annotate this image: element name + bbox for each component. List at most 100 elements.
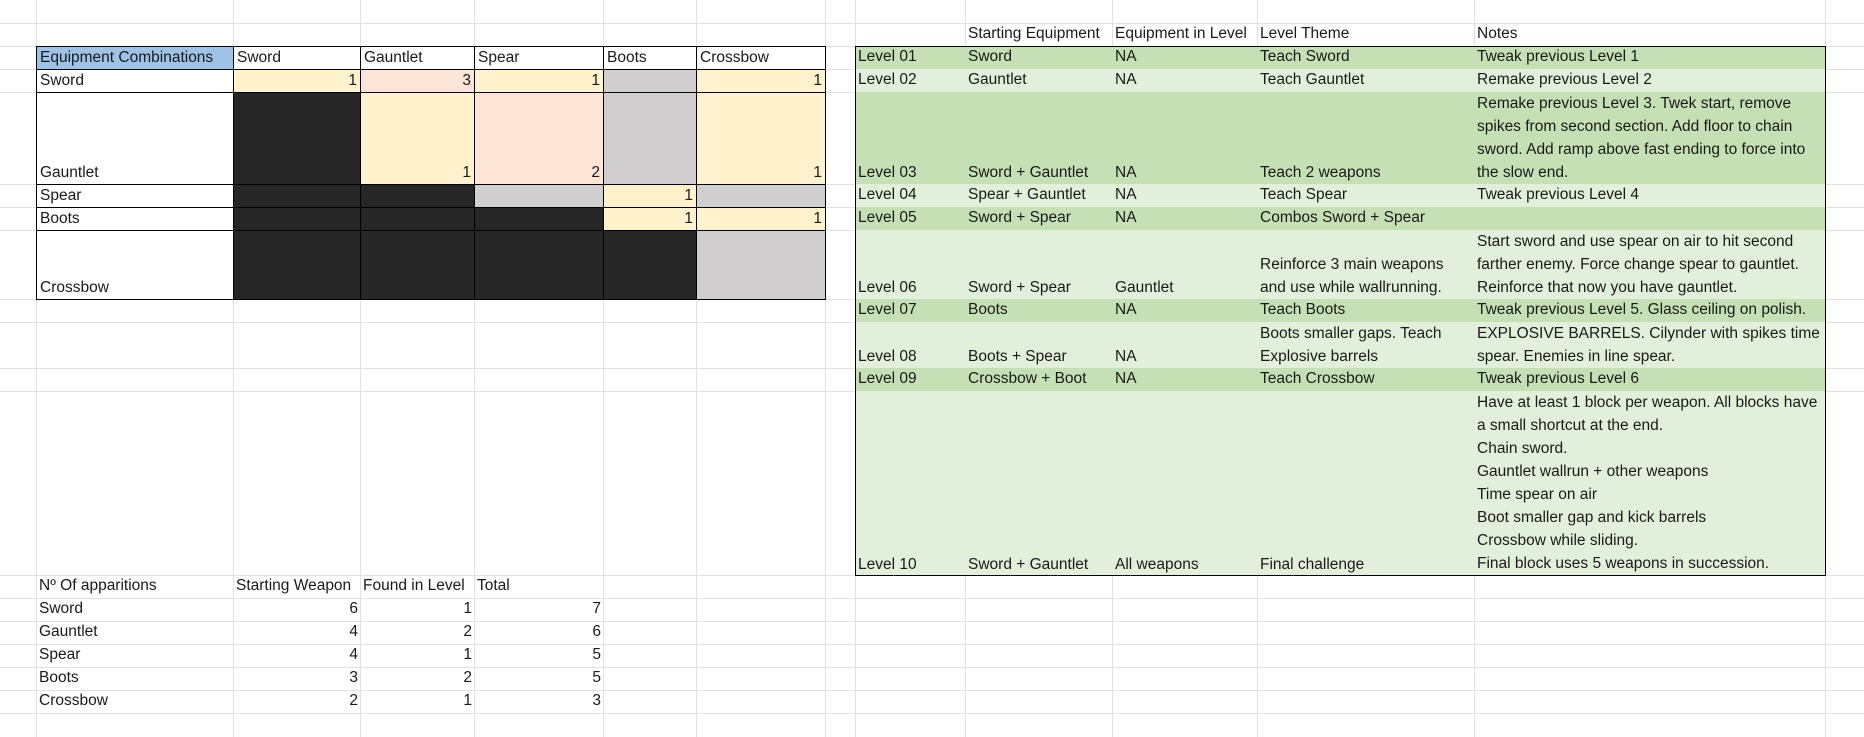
matrix-cell-gauntlet-crossbow[interactable]: 1 xyxy=(696,92,826,185)
level-cell-theme[interactable]: Teach Boots xyxy=(1257,299,1475,322)
level-cell-in-level[interactable]: All weapons xyxy=(1112,391,1258,576)
matrix-cell-sword-boots[interactable] xyxy=(603,69,697,93)
level-cell-name[interactable]: Level 05 xyxy=(855,207,966,230)
apparitions-cell-name[interactable]: Crossbow xyxy=(36,690,234,713)
level-cell-starting[interactable]: Gauntlet xyxy=(965,69,1113,92)
level-cell-notes[interactable]: Start sword and use spear on air to hit … xyxy=(1474,230,1826,299)
level-cell-notes[interactable]: Tweak previous Level 4 xyxy=(1474,184,1826,207)
level-cell-in-level[interactable]: Gauntlet xyxy=(1112,230,1258,299)
matrix-cell-spear-spear[interactable] xyxy=(474,184,604,208)
apparitions-cell-name[interactable]: Gauntlet xyxy=(36,621,234,644)
level-cell-name[interactable]: Level 07 xyxy=(855,299,966,322)
level-cell-theme[interactable]: Combos Sword + Spear xyxy=(1257,207,1475,230)
level-cell-name[interactable]: Level 10 xyxy=(855,391,966,576)
matrix-corner-header[interactable]: Equipment Combinations xyxy=(36,46,234,70)
level-cell-starting[interactable]: Sword + Gauntlet xyxy=(965,391,1113,576)
level-cell-theme[interactable]: Teach Gauntlet xyxy=(1257,69,1475,92)
apparitions-cell-name[interactable]: Boots xyxy=(36,667,234,690)
level-cell-in-level[interactable]: NA xyxy=(1112,184,1258,207)
level-cell-theme[interactable]: Final challenge xyxy=(1257,391,1475,576)
apparitions-cell-name[interactable]: Spear xyxy=(36,644,234,667)
matrix-cell-spear-gauntlet[interactable] xyxy=(360,184,475,208)
matrix-col-header-gauntlet[interactable]: Gauntlet xyxy=(360,46,475,70)
level-cell-starting[interactable]: Boots + Spear xyxy=(965,322,1113,368)
apparitions-header-found[interactable]: Found in Level xyxy=(360,575,475,598)
apparitions-cell-name[interactable]: Sword xyxy=(36,598,234,621)
apparitions-cell-total[interactable]: 7 xyxy=(474,598,604,621)
level-cell-notes[interactable]: Have at least 1 block per weapon. All bl… xyxy=(1474,391,1826,576)
apparitions-header-starting[interactable]: Starting Weapon xyxy=(233,575,361,598)
apparitions-header-title[interactable]: Nº Of apparitions xyxy=(36,575,234,598)
matrix-row-header-sword[interactable]: Sword xyxy=(36,69,234,93)
matrix-cell-spear-sword[interactable] xyxy=(233,184,361,208)
matrix-cell-sword-gauntlet[interactable]: 3 xyxy=(360,69,475,93)
apparitions-cell-starting[interactable]: 6 xyxy=(233,598,361,621)
apparitions-cell-total[interactable]: 6 xyxy=(474,621,604,644)
level-cell-theme[interactable]: Reinforce 3 main weapons and use while w… xyxy=(1257,230,1475,299)
level-cell-name[interactable]: Level 04 xyxy=(855,184,966,207)
level-cell-name[interactable]: Level 01 xyxy=(855,46,966,69)
matrix-cell-gauntlet-gauntlet[interactable]: 1 xyxy=(360,92,475,185)
level-cell-in-level[interactable]: NA xyxy=(1112,92,1258,184)
level-cell-in-level[interactable]: NA xyxy=(1112,299,1258,322)
apparitions-cell-found[interactable]: 1 xyxy=(360,644,475,667)
level-cell-theme[interactable]: Teach 2 weapons xyxy=(1257,92,1475,184)
apparitions-cell-total[interactable]: 3 xyxy=(474,690,604,713)
matrix-cell-crossbow-spear[interactable] xyxy=(474,230,604,300)
matrix-cell-boots-sword[interactable] xyxy=(233,207,361,231)
matrix-cell-gauntlet-boots[interactable] xyxy=(603,92,697,185)
apparitions-cell-found[interactable]: 2 xyxy=(360,667,475,690)
matrix-col-header-boots[interactable]: Boots xyxy=(603,46,697,70)
level-cell-notes[interactable]: Tweak previous Level 5. Glass ceiling on… xyxy=(1474,299,1826,322)
apparitions-cell-starting[interactable]: 3 xyxy=(233,667,361,690)
level-cell-starting[interactable]: Boots xyxy=(965,299,1113,322)
level-cell-notes[interactable]: Remake previous Level 2 xyxy=(1474,69,1826,92)
matrix-cell-crossbow-crossbow[interactable] xyxy=(696,230,826,300)
level-cell-theme[interactable]: Boots smaller gaps. Teach Explosive barr… xyxy=(1257,322,1475,368)
matrix-cell-gauntlet-sword[interactable] xyxy=(233,92,361,185)
level-cell-notes[interactable]: EXPLOSIVE BARRELS. Cilynder with spikes … xyxy=(1474,322,1826,368)
level-cell-in-level[interactable]: NA xyxy=(1112,69,1258,92)
level-cell-in-level[interactable]: NA xyxy=(1112,368,1258,391)
apparitions-cell-starting[interactable]: 4 xyxy=(233,644,361,667)
apparitions-cell-found[interactable]: 2 xyxy=(360,621,475,644)
level-cell-notes[interactable]: Tweak previous Level 6 xyxy=(1474,368,1826,391)
level-cell-starting[interactable]: Sword + Gauntlet xyxy=(965,92,1113,184)
matrix-cell-crossbow-boots[interactable] xyxy=(603,230,697,300)
matrix-row-header-gauntlet[interactable]: Gauntlet xyxy=(36,92,234,185)
apparitions-cell-starting[interactable]: 2 xyxy=(233,690,361,713)
apparitions-cell-total[interactable]: 5 xyxy=(474,644,604,667)
matrix-col-header-spear[interactable]: Spear xyxy=(474,46,604,70)
apparitions-header-total[interactable]: Total xyxy=(474,575,604,598)
level-cell-in-level[interactable]: NA xyxy=(1112,207,1258,230)
matrix-cell-spear-boots[interactable]: 1 xyxy=(603,184,697,208)
level-cell-theme[interactable]: Teach Crossbow xyxy=(1257,368,1475,391)
level-cell-in-level[interactable]: NA xyxy=(1112,46,1258,69)
apparitions-cell-found[interactable]: 1 xyxy=(360,690,475,713)
level-cell-starting[interactable]: Sword xyxy=(965,46,1113,69)
matrix-cell-boots-spear[interactable] xyxy=(474,207,604,231)
levels-header-theme[interactable]: Level Theme xyxy=(1257,23,1475,46)
level-cell-name[interactable]: Level 06 xyxy=(855,230,966,299)
level-cell-notes[interactable]: Tweak previous Level 1 xyxy=(1474,46,1826,69)
matrix-cell-boots-boots[interactable]: 1 xyxy=(603,207,697,231)
levels-header-notes[interactable]: Notes xyxy=(1474,23,1826,46)
level-cell-name[interactable]: Level 02 xyxy=(855,69,966,92)
matrix-col-header-crossbow[interactable]: Crossbow xyxy=(696,46,826,70)
matrix-cell-crossbow-sword[interactable] xyxy=(233,230,361,300)
level-cell-name[interactable]: Level 09 xyxy=(855,368,966,391)
level-cell-notes[interactable] xyxy=(1474,207,1826,230)
matrix-cell-spear-crossbow[interactable] xyxy=(696,184,826,208)
level-cell-starting[interactable]: Crossbow + Boot xyxy=(965,368,1113,391)
levels-header-in-level[interactable]: Equipment in Level xyxy=(1112,23,1258,46)
matrix-col-header-sword[interactable]: Sword xyxy=(233,46,361,70)
level-cell-starting[interactable]: Sword + Spear xyxy=(965,207,1113,230)
level-cell-theme[interactable]: Teach Spear xyxy=(1257,184,1475,207)
matrix-cell-crossbow-gauntlet[interactable] xyxy=(360,230,475,300)
level-cell-theme[interactable]: Teach Sword xyxy=(1257,46,1475,69)
apparitions-cell-starting[interactable]: 4 xyxy=(233,621,361,644)
level-cell-starting[interactable]: Sword + Spear xyxy=(965,230,1113,299)
levels-header-starting[interactable]: Starting Equipment xyxy=(965,23,1113,46)
matrix-cell-boots-gauntlet[interactable] xyxy=(360,207,475,231)
matrix-cell-gauntlet-spear[interactable]: 2 xyxy=(474,92,604,185)
